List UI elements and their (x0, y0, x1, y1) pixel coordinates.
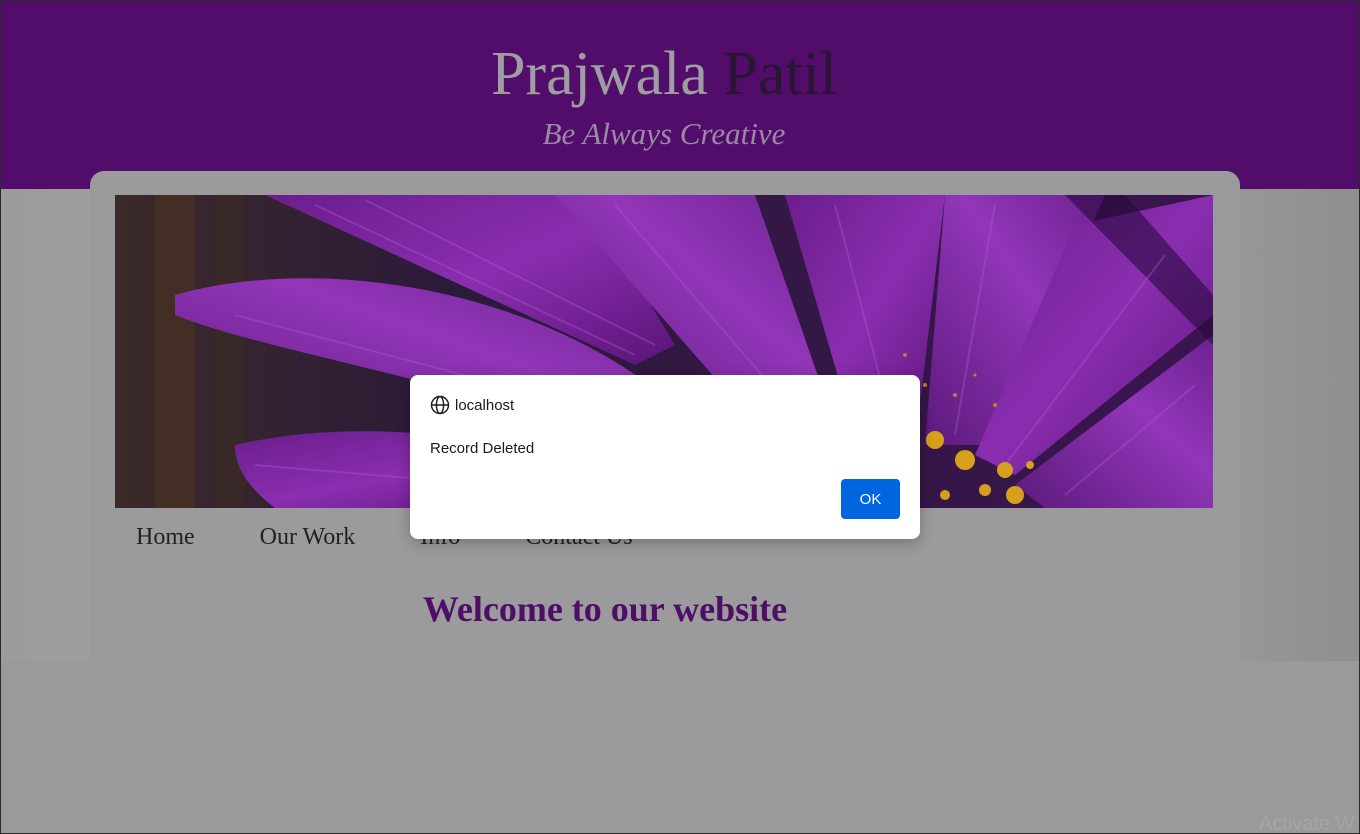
globe-icon (430, 395, 450, 415)
welcome-heading: Welcome to our website (422, 589, 788, 629)
dialog-message: Record Deleted (430, 440, 535, 457)
alert-dialog: localhost Record Deleted OK (410, 375, 920, 539)
dialog-header: localhost (430, 395, 514, 415)
site-header: Prajwala Patil Be Always Creative (1, 1, 1359, 189)
site-title: Prajwala Patil (1, 39, 1327, 109)
site-tagline: Be Always Creative (542, 116, 786, 151)
dialog-origin: localhost (455, 396, 515, 414)
nav-our-work[interactable]: Our Work (260, 521, 356, 555)
ok-button[interactable]: OK (841, 479, 900, 519)
nav-home[interactable]: Home (136, 521, 195, 555)
activate-windows-watermark: Activate W (1259, 813, 1355, 834)
site-title-first: Prajwala (490, 40, 708, 108)
site-title-last: Patil (723, 40, 838, 108)
browser-viewport: Prajwala Patil Be Always Creative Home O… (0, 0, 1360, 834)
